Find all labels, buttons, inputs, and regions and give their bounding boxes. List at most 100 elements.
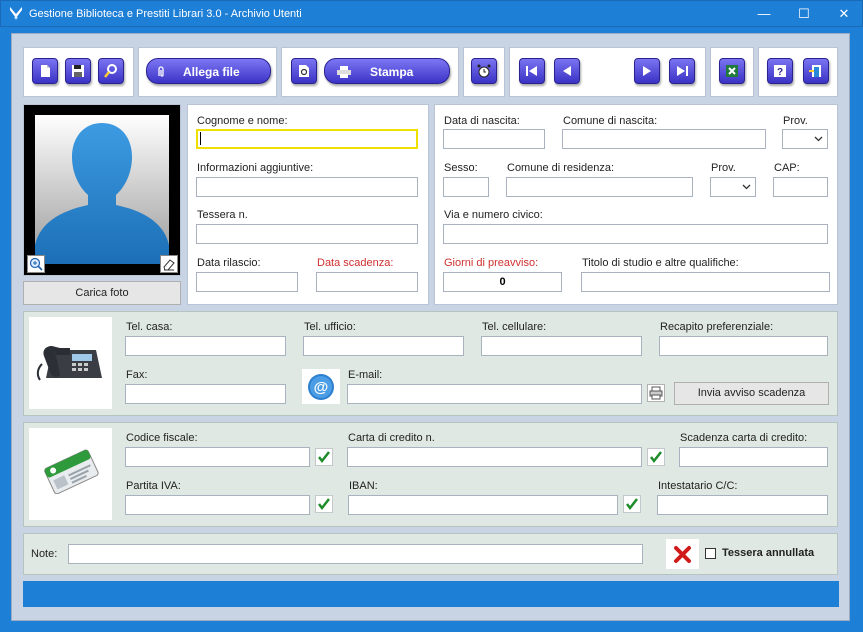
- preferred-contact-input[interactable]: [659, 336, 828, 356]
- photo-frame: [23, 104, 181, 276]
- card-number-input[interactable]: [196, 224, 418, 244]
- account-holder-input[interactable]: [657, 495, 828, 515]
- maximize-button[interactable]: ☐: [784, 1, 824, 27]
- degree-label: Titolo di studio e altre qualifiche:: [582, 257, 739, 269]
- chevron-down-icon: [814, 136, 823, 142]
- paperclip-icon: [158, 66, 164, 77]
- save-button[interactable]: [65, 58, 91, 84]
- name-input[interactable]: [196, 129, 418, 149]
- app-logo-icon: [10, 7, 22, 20]
- notice-days-label: Giorni di preavviso:: [444, 257, 539, 269]
- card-cancelled-checkbox[interactable]: [705, 548, 716, 559]
- extra-info-input[interactable]: [196, 177, 418, 197]
- street-input[interactable]: [443, 224, 828, 244]
- vat-label: Partita IVA:: [126, 480, 181, 492]
- first-record-button[interactable]: [519, 58, 545, 84]
- next-record-button[interactable]: [634, 58, 660, 84]
- export-excel-button[interactable]: [719, 58, 745, 84]
- residence-input[interactable]: [506, 177, 693, 197]
- status-bar: [23, 581, 839, 607]
- new-document-icon: [41, 65, 50, 77]
- cap-label: CAP:: [774, 162, 800, 174]
- send-expiry-notice-button[interactable]: Invia avviso scadenza: [674, 382, 829, 405]
- iban-input[interactable]: [348, 495, 618, 515]
- validate-card-button[interactable]: [647, 448, 665, 466]
- expiry-date-input[interactable]: [316, 272, 418, 292]
- birth-date-input[interactable]: [443, 129, 545, 149]
- text-cursor: [200, 132, 201, 145]
- birth-province-select[interactable]: [782, 129, 828, 149]
- previous-record-button[interactable]: [554, 58, 580, 84]
- exit-button[interactable]: [803, 58, 829, 84]
- cap-input[interactable]: [773, 177, 828, 197]
- birth-date-label: Data di nascita:: [444, 115, 520, 127]
- title-bar: Gestione Biblioteca e Prestiti Librari 3…: [0, 0, 863, 27]
- print-preview-button[interactable]: [291, 58, 317, 84]
- card-number-label: Tessera n.: [197, 209, 248, 221]
- telephone-icon: [36, 346, 102, 381]
- zoom-in-icon: [29, 257, 43, 271]
- sex-label: Sesso:: [444, 162, 478, 174]
- search-icon: [104, 64, 117, 78]
- window-title: Gestione Biblioteca e Prestiti Librari 3…: [29, 8, 302, 20]
- residence-province-label: Prov.: [711, 162, 736, 174]
- email-button[interactable]: @: [302, 369, 340, 404]
- preferred-contact-label: Recapito preferenziale:: [660, 321, 774, 333]
- birthplace-input[interactable]: [562, 129, 766, 149]
- tax-code-input[interactable]: [125, 447, 310, 467]
- email-input[interactable]: [347, 384, 642, 404]
- fax-input[interactable]: [125, 384, 286, 404]
- print-button[interactable]: Stampa: [324, 58, 450, 84]
- red-x-icon: [674, 546, 691, 563]
- sex-input[interactable]: [443, 177, 489, 197]
- printer-icon: [649, 386, 663, 400]
- notice-days-input[interactable]: 0: [443, 272, 562, 292]
- degree-input[interactable]: [581, 272, 830, 292]
- notes-input[interactable]: [68, 544, 643, 564]
- minimize-button[interactable]: —: [744, 1, 784, 27]
- home-phone-input[interactable]: [125, 336, 286, 356]
- load-photo-button[interactable]: Carica foto: [23, 281, 181, 305]
- erase-photo-button[interactable]: [160, 255, 178, 273]
- alarm-button[interactable]: [471, 58, 497, 84]
- card-expiry-label: Scadenza carta di credito:: [680, 432, 808, 444]
- skip-first-icon: [526, 66, 537, 76]
- issue-date-label: Data rilascio:: [197, 257, 261, 269]
- last-record-button[interactable]: [669, 58, 695, 84]
- phone-image-frame: [29, 317, 112, 409]
- at-sign-icon: @: [308, 374, 334, 400]
- clear-button[interactable]: [666, 539, 699, 569]
- exit-door-icon: [809, 65, 821, 77]
- credit-card-input[interactable]: [347, 447, 642, 467]
- office-phone-input[interactable]: [303, 336, 464, 356]
- card-number-billing-label: Carta di credito n.: [348, 432, 435, 444]
- mobile-phone-input[interactable]: [481, 336, 642, 356]
- residence-province-select[interactable]: [710, 177, 756, 197]
- help-button[interactable]: ?: [767, 58, 793, 84]
- check-icon: [626, 498, 638, 511]
- validate-vat-button[interactable]: [315, 495, 333, 513]
- skip-last-icon: [677, 66, 688, 76]
- printer-icon: [337, 66, 351, 78]
- card-expiry-input[interactable]: [679, 447, 828, 467]
- home-phone-label: Tel. casa:: [126, 321, 173, 333]
- search-button[interactable]: [98, 58, 124, 84]
- fax-label: Fax:: [126, 369, 148, 381]
- attach-file-button[interactable]: Allega file: [146, 58, 271, 84]
- card-cancelled-label: Tessera annullata: [722, 547, 815, 559]
- print-contact-button[interactable]: [647, 384, 665, 402]
- issue-date-input[interactable]: [196, 272, 298, 292]
- new-record-button[interactable]: [32, 58, 58, 84]
- close-window-button[interactable]: ✕: [824, 1, 863, 27]
- name-label: Cognome e nome:: [197, 115, 288, 127]
- floppy-disk-icon: [72, 65, 84, 77]
- validate-iban-button[interactable]: [623, 495, 641, 513]
- id-card-icon: [44, 449, 99, 494]
- notes-label: Note:: [31, 548, 58, 560]
- excel-icon: [726, 65, 738, 77]
- zoom-photo-button[interactable]: [27, 255, 45, 273]
- attach-file-label: Allega file: [183, 65, 240, 79]
- vat-input[interactable]: [125, 495, 310, 515]
- validate-tax-code-button[interactable]: [315, 448, 333, 466]
- svg-text:?: ?: [777, 67, 783, 78]
